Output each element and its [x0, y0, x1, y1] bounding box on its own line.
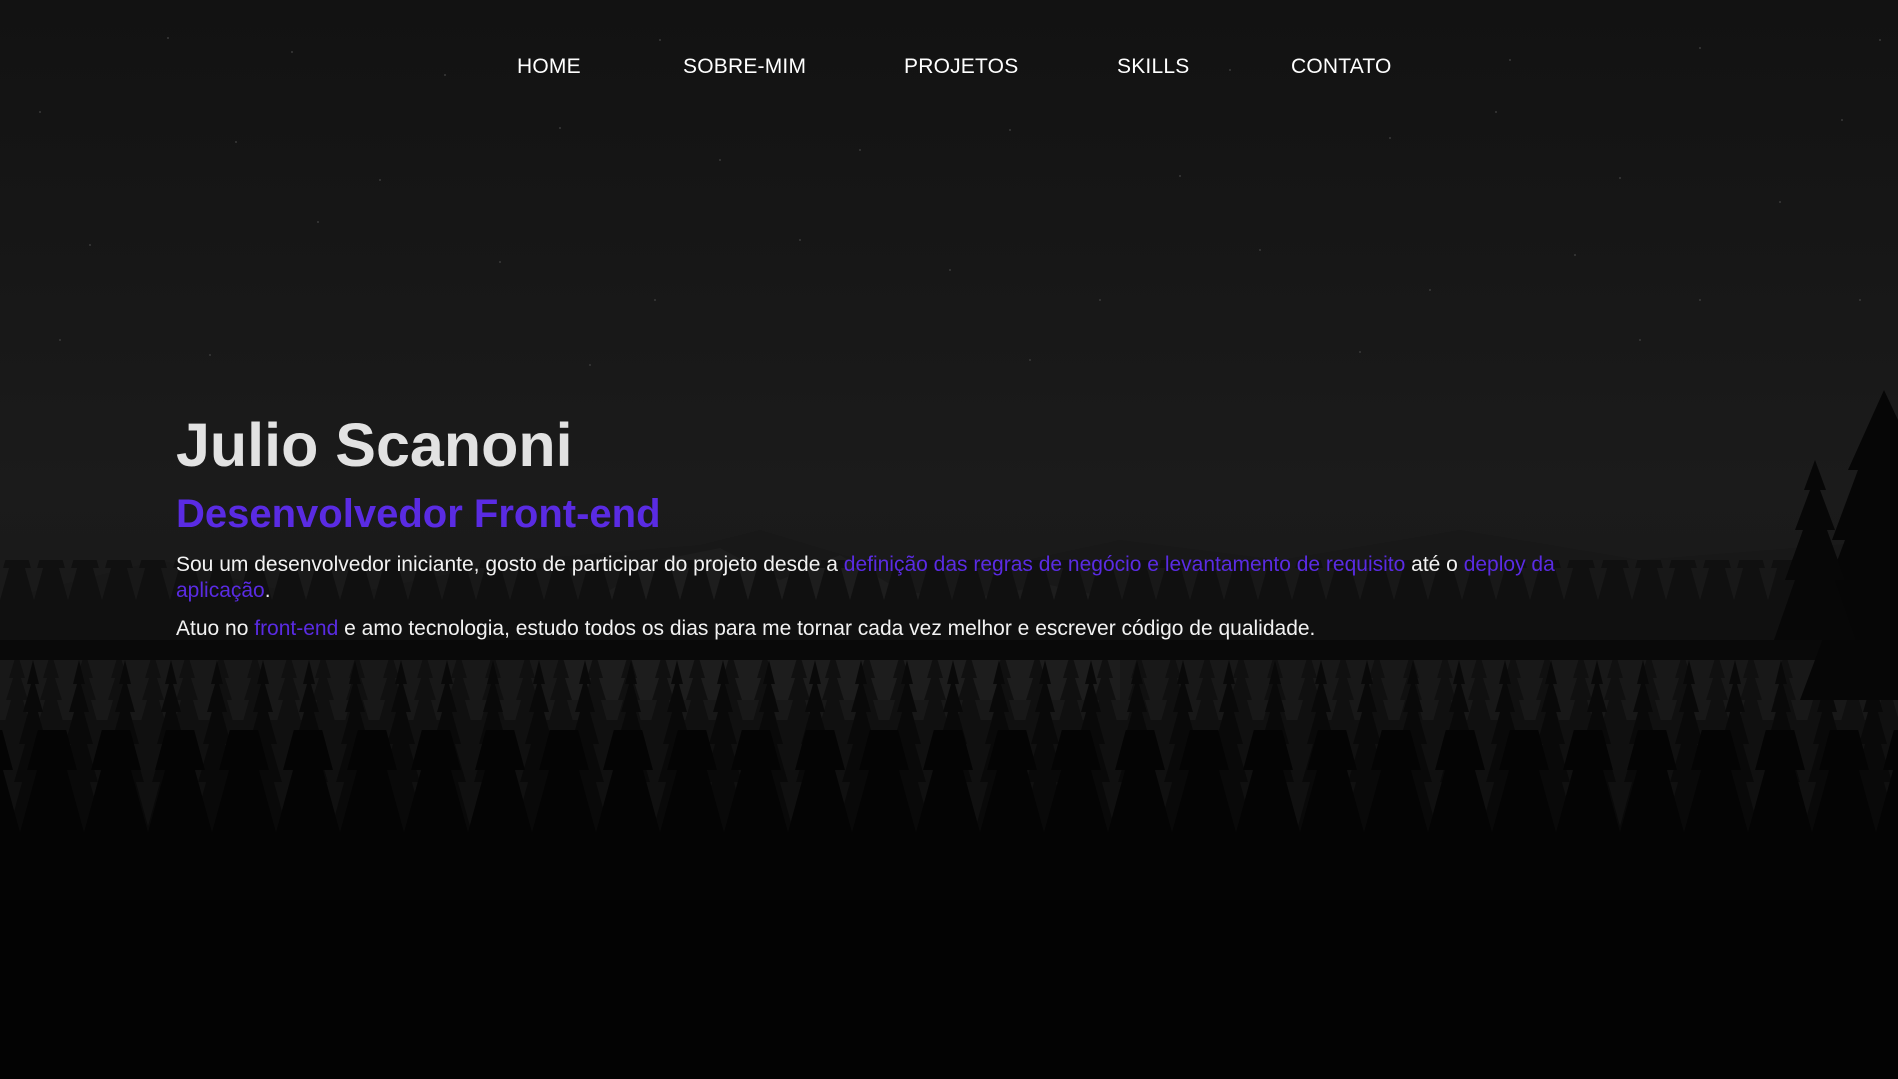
hero-focus-paragraph: Atuo no front-end e amo tecnologia, estu… — [176, 616, 1636, 642]
hero-section: Julio Scanoni Desenvolvedor Front-end So… — [176, 405, 1636, 642]
focus-highlight-frontend: front-end — [254, 617, 339, 640]
nav-skills-link[interactable]: SKILLS — [1117, 55, 1189, 79]
main-nav: HOME SOBRE-MIM PROJETOS SKILLS CONTATO — [0, 55, 1898, 87]
page: HOME SOBRE-MIM PROJETOS SKILLS CONTATO J… — [0, 0, 1898, 1079]
focus-text-a: Atuo no — [176, 617, 255, 640]
nav-sobre-mim-link[interactable]: SOBRE-MIM — [683, 55, 806, 79]
hero-name: Julio Scanoni — [176, 411, 573, 479]
hero-intro-paragraph: Sou um desenvolvedor iniciante, gosto de… — [176, 552, 1636, 604]
nav-contato-link[interactable]: CONTATO — [1291, 55, 1392, 79]
hero-role: Desenvolvedor Front-end — [176, 492, 661, 536]
nav-projetos-link[interactable]: PROJETOS — [904, 55, 1018, 79]
intro-text-c: . — [264, 579, 271, 602]
nav-home-link[interactable]: HOME — [517, 55, 581, 79]
intro-highlight-requirements: definição das regras de negócio e levant… — [843, 553, 1406, 576]
intro-text-b: até o — [1405, 553, 1464, 576]
intro-text-a: Sou um desenvolvedor iniciante, gosto de… — [176, 553, 844, 576]
focus-text-b: e amo tecnologia, estudo todos os dias p… — [338, 617, 1316, 640]
